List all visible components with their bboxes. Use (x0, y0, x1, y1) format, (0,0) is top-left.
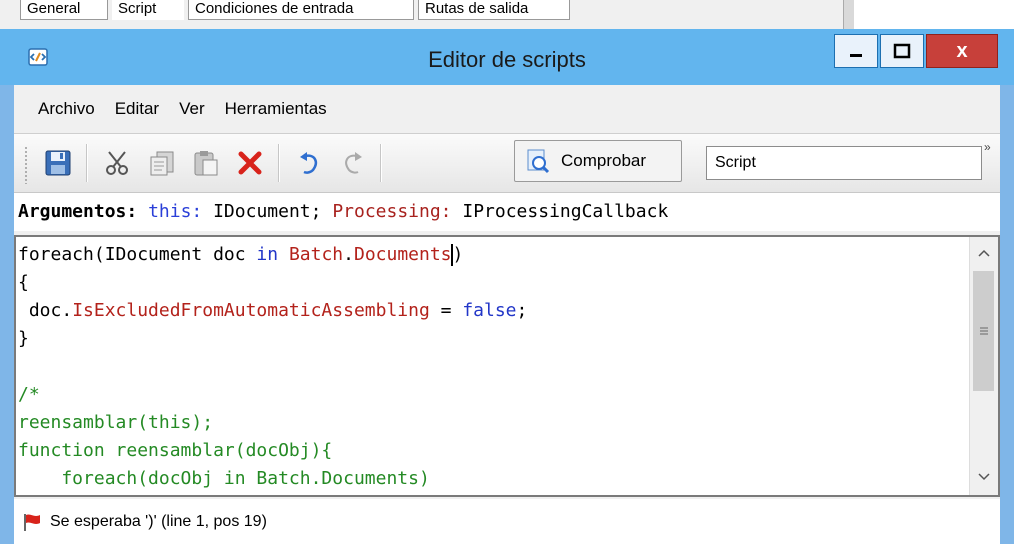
editor-body: Archivo Editar Ver Herramientas Comproba… (14, 85, 1000, 544)
toolbar-grip[interactable] (24, 146, 28, 184)
background-divider (843, 0, 854, 30)
redo-icon (345, 152, 362, 174)
maximize-icon (893, 43, 911, 59)
toolbar-separator (86, 144, 88, 182)
code-token: false (462, 300, 517, 321)
code-line[interactable]: doc.IsExcludedFromAutomaticAssembling = … (18, 297, 968, 325)
tab-condiciones[interactable]: Condiciones de entrada (188, 0, 414, 20)
error-flag-icon (24, 513, 40, 531)
code-lines[interactable]: foreach(IDocument doc in Batch.Documents… (18, 241, 968, 493)
code-token: { (18, 272, 29, 293)
paste-icon (194, 151, 218, 176)
chevron-up-icon (978, 249, 990, 257)
code-token: reensamblar(this); (18, 412, 214, 433)
code-token: ) (452, 244, 464, 265)
code-token: Documents (353, 244, 452, 265)
delete-button[interactable] (230, 144, 270, 182)
chevron-down-icon (978, 473, 990, 481)
toolbar: Comprobar Script » (14, 133, 1000, 193)
code-line[interactable]: reensamblar(this); (18, 409, 968, 437)
toolbar-separator (278, 144, 280, 182)
menu-bar: Archivo Editar Ver Herramientas (14, 85, 1000, 133)
tab-rutas[interactable]: Rutas de salida (418, 0, 570, 20)
paste-button[interactable] (186, 144, 226, 182)
code-line[interactable]: /* (18, 381, 968, 409)
code-token: ; (516, 300, 528, 321)
code-line[interactable]: function reensamblar(docObj){ (18, 437, 968, 465)
arg-processing-name: Processing: (332, 201, 452, 222)
status-bar: Se esperaba ')' (line 1, pos 19) (14, 499, 1000, 544)
menu-herramientas[interactable]: Herramientas (225, 99, 327, 119)
script-editor-window: Editor de scripts x Archivo Editar Ver H… (0, 29, 1014, 544)
tab-general[interactable]: General (20, 0, 108, 20)
copy-button[interactable] (142, 144, 182, 182)
comprobar-button[interactable]: Comprobar (514, 140, 682, 182)
code-line[interactable]: } (18, 325, 968, 353)
status-message: Se esperaba ')' (line 1, pos 19) (50, 512, 267, 530)
code-token: IsExcludedFromAutomaticAssembling (72, 300, 430, 321)
code-token: doc. (18, 300, 73, 321)
code-line[interactable]: foreach(docObj in Batch.Documents) (18, 465, 968, 493)
toolbar-separator (380, 144, 382, 182)
code-line[interactable]: { (18, 269, 968, 297)
undo-button[interactable] (290, 144, 330, 182)
vertical-scrollbar[interactable] (969, 237, 998, 495)
code-token: function reensamblar(docObj){ (18, 440, 333, 461)
arg-this-type: IDocument; (213, 201, 322, 222)
code-token: /* (18, 384, 40, 405)
code-token: . (343, 244, 354, 265)
arg-processing-type: IProcessingCallback (462, 201, 669, 222)
copy-icon (150, 151, 174, 176)
code-token: Batch (288, 244, 344, 265)
scroll-thumb[interactable] (973, 271, 994, 391)
code-line[interactable] (18, 353, 968, 381)
cut-icon (106, 151, 128, 175)
close-button[interactable]: x (926, 34, 998, 68)
save-icon (45, 150, 71, 176)
code-token: foreach(docObj in Batch.Documents) (18, 468, 430, 489)
code-line[interactable]: foreach(IDocument doc in Batch.Documents… (18, 241, 968, 269)
check-document-icon (527, 149, 550, 174)
background-tab-strip: General Script Condiciones de entrada Ru… (0, 0, 854, 30)
script-combobox[interactable]: Script (706, 146, 982, 180)
arguments-label: Argumentos: (18, 201, 138, 222)
close-icon: x (956, 39, 968, 62)
code-editor[interactable]: foreach(IDocument doc in Batch.Documents… (14, 235, 1000, 497)
menu-editar[interactable]: Editar (115, 99, 159, 119)
undo-icon (300, 152, 317, 174)
tab-script[interactable]: Script (112, 0, 184, 20)
save-button[interactable] (38, 144, 78, 182)
maximize-button[interactable] (880, 34, 924, 68)
toolbar-overflow-icon[interactable]: » (984, 140, 991, 154)
title-bar[interactable]: Editor de scripts x (0, 29, 1014, 85)
scroll-down-arrow[interactable] (970, 461, 998, 493)
code-token: } (18, 328, 29, 349)
redo-button[interactable] (332, 144, 372, 182)
minimize-button[interactable] (834, 34, 878, 68)
menu-archivo[interactable]: Archivo (38, 99, 95, 119)
menu-ver[interactable]: Ver (179, 99, 205, 119)
grip-icon (979, 327, 988, 335)
delete-icon (238, 151, 262, 175)
scroll-up-arrow[interactable] (970, 237, 998, 269)
arguments-line: Argumentos: this: IDocument; Processing:… (14, 193, 1000, 231)
code-token: foreach(IDocument doc (18, 244, 257, 265)
code-token: = (429, 300, 463, 321)
arg-this-name: this: (148, 201, 203, 222)
minimize-icon (850, 54, 862, 57)
code-token: in (256, 244, 279, 265)
comprobar-label: Comprobar (561, 151, 647, 170)
cut-button[interactable] (98, 144, 138, 182)
